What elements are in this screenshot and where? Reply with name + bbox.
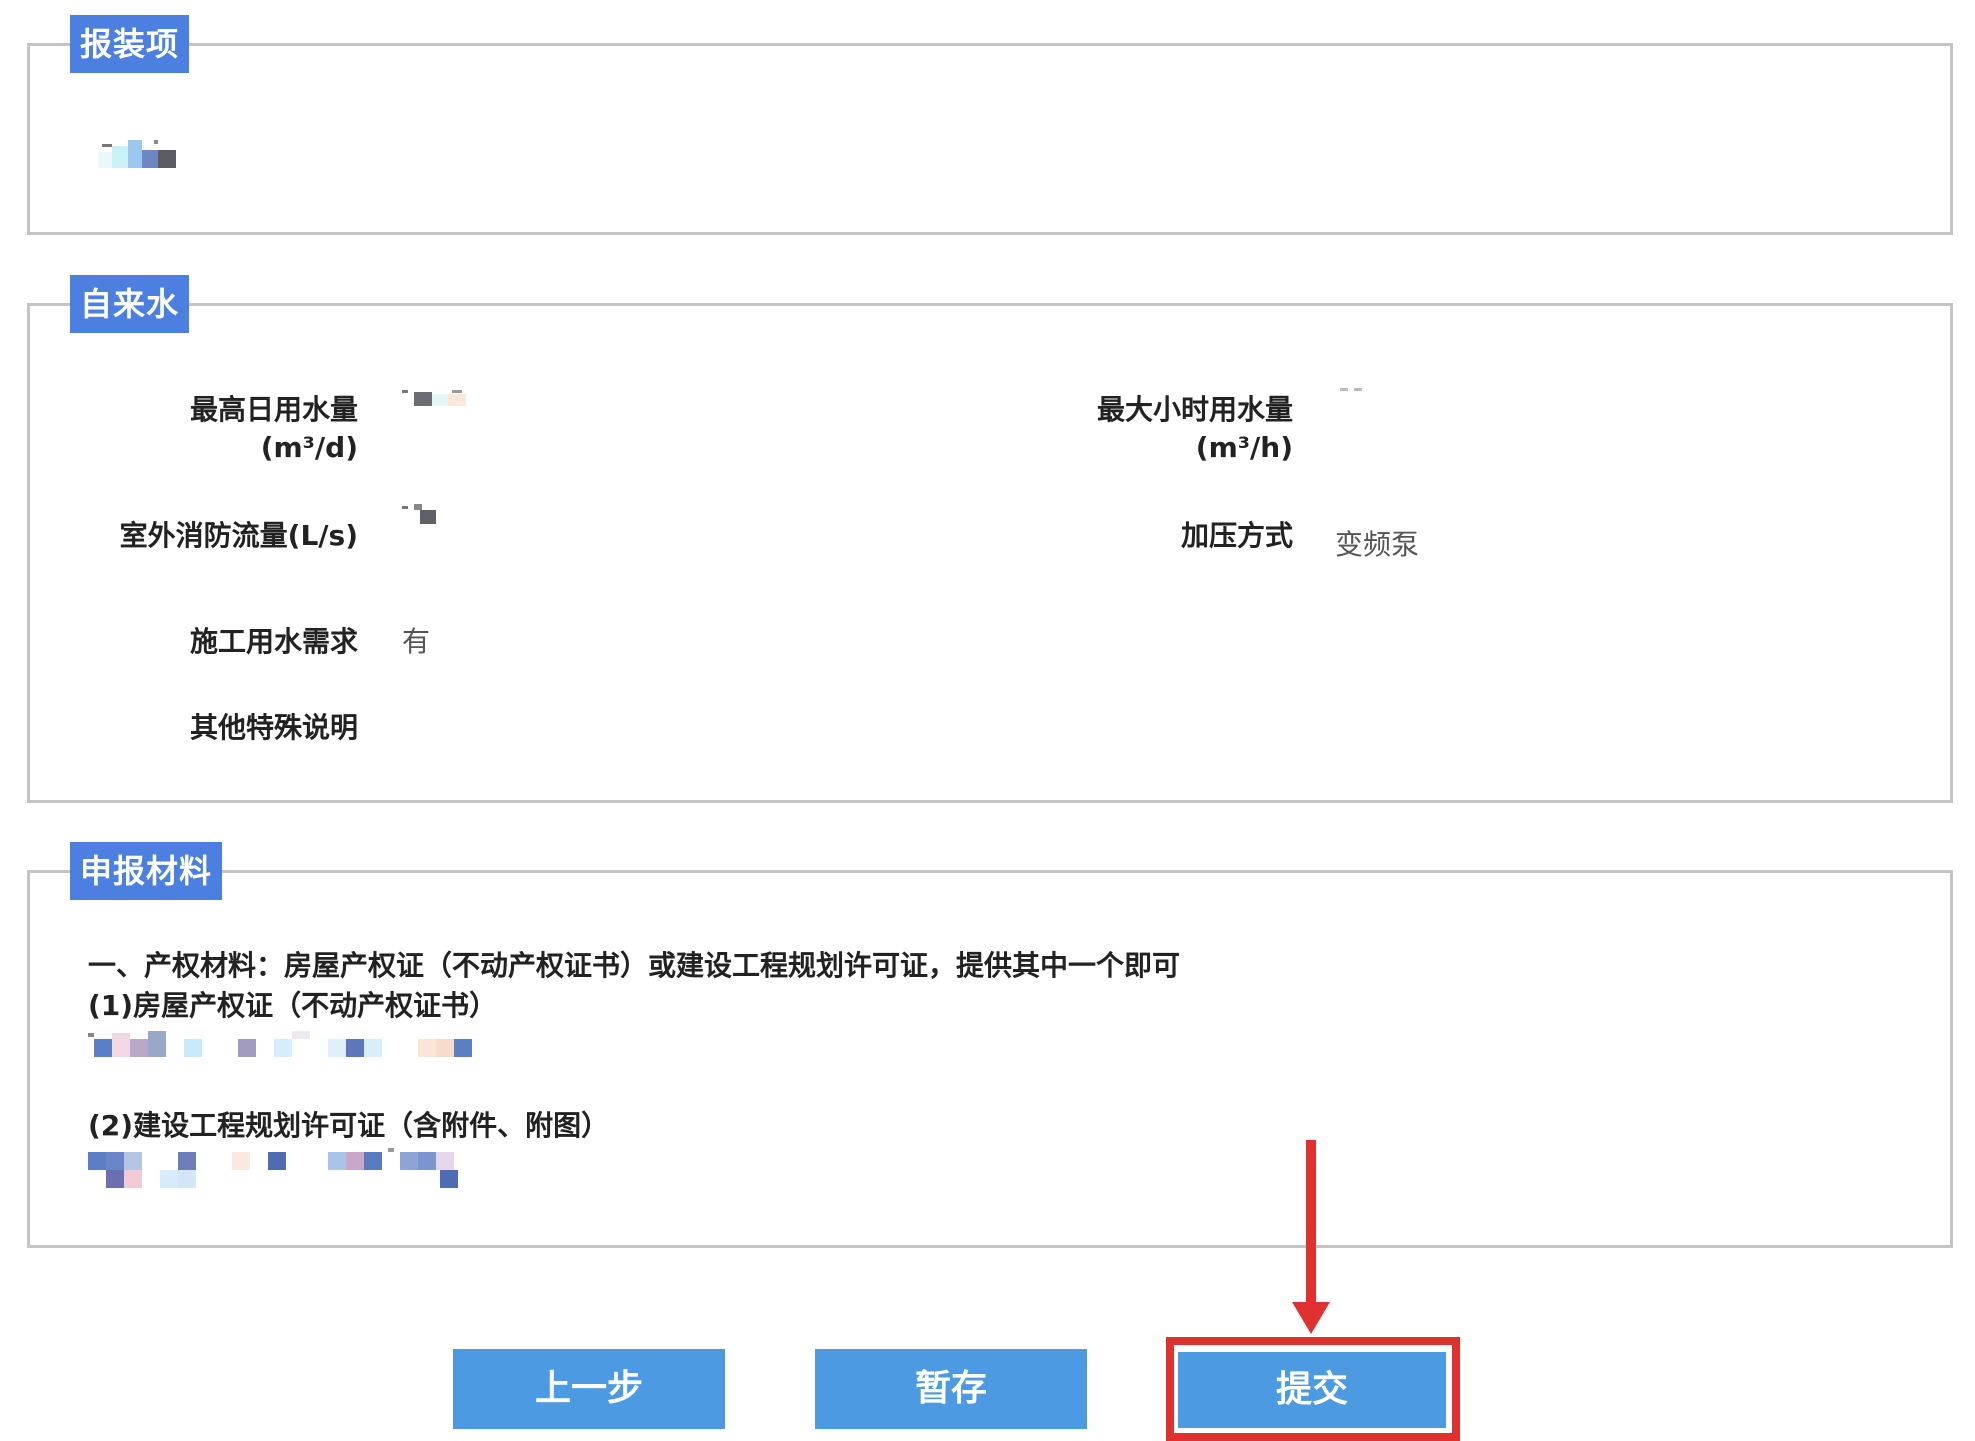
previous-step-button[interactable]: 上一步: [453, 1349, 725, 1429]
other-notes-label: 其他特殊说明: [189, 711, 358, 744]
fire-flow-value: [402, 504, 442, 524]
materials-section: 申报材料 一、产权材料：房屋产权证（不动产权证书）或建设工程规划许可证，提供其中…: [27, 842, 1953, 1248]
pressurize-label: 加压方式: [1180, 519, 1293, 552]
redacted-value: [98, 136, 218, 168]
max-daily-water-value: [402, 388, 492, 406]
uploaded-file-2[interactable]: [88, 1148, 478, 1188]
materials-heading: 一、产权材料：房屋产权证（不动产权证书）或建设工程规划许可证，提供其中一个即可: [88, 949, 1181, 982]
fire-flow-label: 室外消防流量(L/s): [119, 519, 358, 552]
pressurize-value: 变频泵: [1335, 528, 1420, 561]
annotation-arrow-shaft: [1306, 1140, 1316, 1308]
max-hourly-water-value: [1340, 386, 1370, 394]
materials-section-title: 申报材料: [70, 842, 223, 900]
materials-item-2: (2)建设工程规划许可证（含附件、附图）: [88, 1109, 610, 1142]
max-hourly-water-label: 最大小时用水量 (m³/h): [1096, 393, 1293, 464]
baozhuang-section: 报装项: [27, 15, 1953, 235]
save-draft-button[interactable]: 暂存: [815, 1349, 1087, 1429]
water-section: 自来水 最高日用水量 (m³/d) 最大小时用水量 (m³/h) 室外消防流量(…: [27, 275, 1953, 803]
max-daily-water-label: 最高日用水量 (m³/d): [189, 393, 358, 464]
construction-water-value: 有: [402, 625, 431, 658]
water-section-title: 自来水: [70, 275, 190, 333]
annotation-highlight-box: [1166, 1337, 1460, 1441]
materials-item-1: (1)房屋产权证（不动产权证书）: [88, 989, 498, 1022]
uploaded-file-1[interactable]: [88, 1029, 478, 1057]
annotation-arrow-head: [1292, 1302, 1330, 1334]
baozhuang-section-title: 报装项: [70, 15, 190, 73]
construction-water-label: 施工用水需求: [189, 625, 358, 658]
